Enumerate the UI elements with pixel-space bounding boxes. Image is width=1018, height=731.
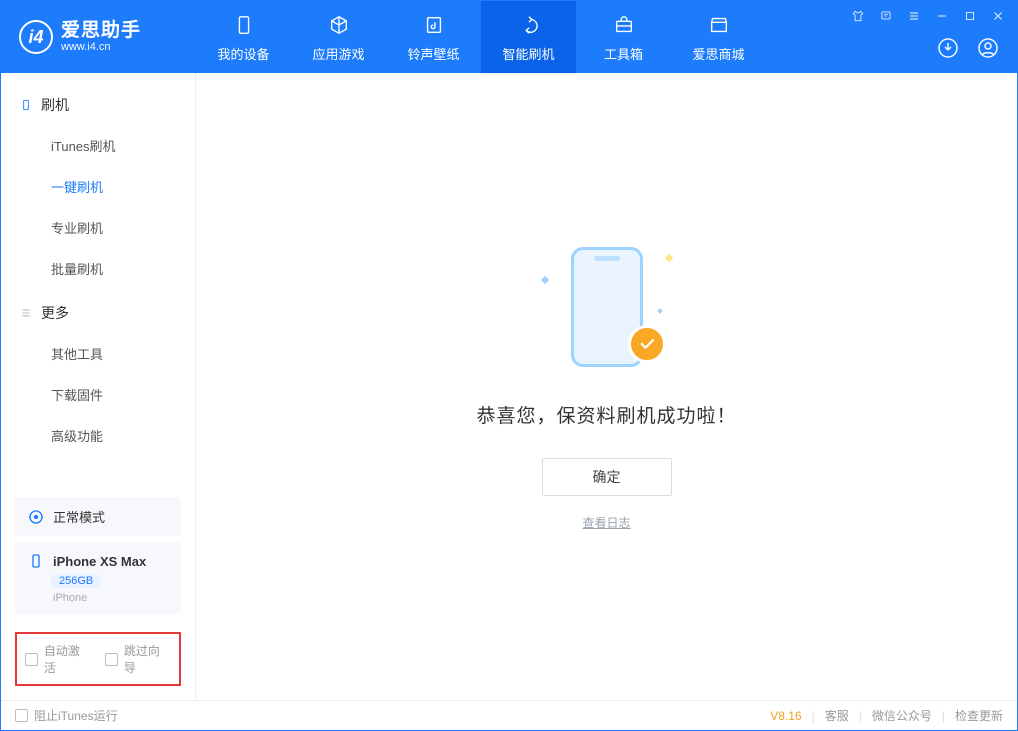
sparkle-icon [657,308,663,314]
sidebar-item-download-firmware[interactable]: 下载固件 [1,374,195,415]
phone-icon [231,12,257,38]
tab-label: 智能刷机 [502,44,554,63]
separator: | [942,709,945,723]
menu-icon[interactable] [905,7,923,25]
minimize-icon[interactable] [933,7,951,25]
sidebar-bottom: 正常模式 iPhone XS Max 256GB iPhone 自动激活 [1,491,195,700]
checkbox-box-icon [105,653,118,666]
checkbox-label: 阻止iTunes运行 [34,707,118,724]
cube-icon [326,12,352,38]
tab-label: 铃声壁纸 [407,44,459,63]
feedback-icon[interactable] [877,7,895,25]
sidebar-item-itunes-flash[interactable]: iTunes刷机 [1,125,195,166]
main-content: 恭喜您，保资料刷机成功啦！ 确定 查看日志 [196,73,1017,700]
logo-area: i4 爱思助手 www.i4.cn [1,20,196,54]
device-icon [27,552,45,570]
sidebar-group-flash: 刷机 [1,81,195,125]
main-tabs: 我的设备 应用游戏 铃声壁纸 智能刷机 工具箱 爱思商城 [196,1,766,73]
sidebar-group-more: 更多 [1,289,195,333]
mode-icon [27,508,45,526]
logo-text: 爱思助手 www.i4.cn [61,21,141,54]
footer-left: 阻止iTunes运行 [15,707,118,724]
tab-label: 应用游戏 [312,44,364,63]
sparkle-icon [540,275,548,283]
sidebar: 刷机 iTunes刷机 一键刷机 专业刷机 批量刷机 更多 其他工具 下载固件 … [1,73,196,700]
logo-icon: i4 [19,20,53,54]
tab-toolbox[interactable]: 工具箱 [576,1,671,73]
footer-link-wechat[interactable]: 微信公众号 [872,707,932,724]
auto-activate-checkbox[interactable]: 自动激活 [25,642,91,676]
ok-button[interactable]: 确定 [542,458,672,496]
sidebar-group-title: 刷机 [41,95,69,115]
success-illustration [542,243,672,373]
view-log-link[interactable]: 查看日志 [582,514,630,531]
body: 刷机 iTunes刷机 一键刷机 专业刷机 批量刷机 更多 其他工具 下载固件 … [1,73,1017,700]
footer-bar: 阻止iTunes运行 V8.16 | 客服 | 微信公众号 | 检查更新 [1,700,1017,730]
device-outline-icon [19,98,33,112]
sidebar-item-batch-flash[interactable]: 批量刷机 [1,248,195,289]
device-type: iPhone [53,592,87,604]
tab-label: 工具箱 [604,44,643,63]
skip-guide-checkbox[interactable]: 跳过向导 [105,642,171,676]
checkbox-label: 自动激活 [44,642,91,676]
user-circle-icon[interactable] [975,35,1001,61]
device-card[interactable]: iPhone XS Max 256GB iPhone [15,542,181,614]
device-storage: 256GB [51,574,101,588]
footer-link-update[interactable]: 检查更新 [955,707,1003,724]
app-window: i4 爱思助手 www.i4.cn 我的设备 应用游戏 铃声壁纸 智能刷机 [0,0,1018,731]
separator: | [812,709,815,723]
sidebar-scroll: 刷机 iTunes刷机 一键刷机 专业刷机 批量刷机 更多 其他工具 下载固件 … [1,73,195,491]
shop-icon [706,12,732,38]
separator: | [859,709,862,723]
sidebar-item-oneclick-flash[interactable]: 一键刷机 [1,166,195,207]
header-right-icons [935,35,1001,61]
tab-label: 爱思商城 [692,44,744,63]
device-name: iPhone XS Max [53,554,146,569]
checkbox-box-icon [15,709,28,722]
sidebar-item-advanced[interactable]: 高级功能 [1,415,195,456]
shirt-icon[interactable] [849,7,867,25]
success-message: 恭喜您，保资料刷机成功啦！ [476,401,736,428]
footer-link-support[interactable]: 客服 [825,707,849,724]
mode-label: 正常模式 [53,507,105,526]
sidebar-group-title: 更多 [41,303,69,323]
mode-card[interactable]: 正常模式 [15,497,181,536]
sparkle-icon [664,253,672,261]
music-note-icon [421,12,447,38]
checkbox-box-icon [25,653,38,666]
footer-right: V8.16 | 客服 | 微信公众号 | 检查更新 [770,707,1003,724]
window-controls [849,7,1007,25]
maximize-icon[interactable] [961,7,979,25]
tab-apps-games[interactable]: 应用游戏 [291,1,386,73]
toolbox-icon [611,12,637,38]
list-icon [19,306,33,320]
tab-ringtones-wallpapers[interactable]: 铃声壁纸 [386,1,481,73]
tab-label: 我的设备 [217,44,269,63]
tab-shop[interactable]: 爱思商城 [671,1,766,73]
checkbox-label: 跳过向导 [124,642,171,676]
check-badge-icon [628,325,666,363]
tab-smart-flash[interactable]: 智能刷机 [481,1,576,73]
block-itunes-checkbox[interactable]: 阻止iTunes运行 [15,707,118,724]
close-icon[interactable] [989,7,1007,25]
refresh-icon [516,12,542,38]
app-name: 爱思助手 [61,21,141,42]
sidebar-item-pro-flash[interactable]: 专业刷机 [1,207,195,248]
app-url: www.i4.cn [61,41,141,53]
sidebar-item-other-tools[interactable]: 其他工具 [1,333,195,374]
header-bar: i4 爱思助手 www.i4.cn 我的设备 应用游戏 铃声壁纸 智能刷机 [1,1,1017,73]
tab-my-device[interactable]: 我的设备 [196,1,291,73]
checkbox-strip: 自动激活 跳过向导 [15,632,181,686]
download-circle-icon[interactable] [935,35,961,61]
version-label: V8.16 [770,709,801,723]
